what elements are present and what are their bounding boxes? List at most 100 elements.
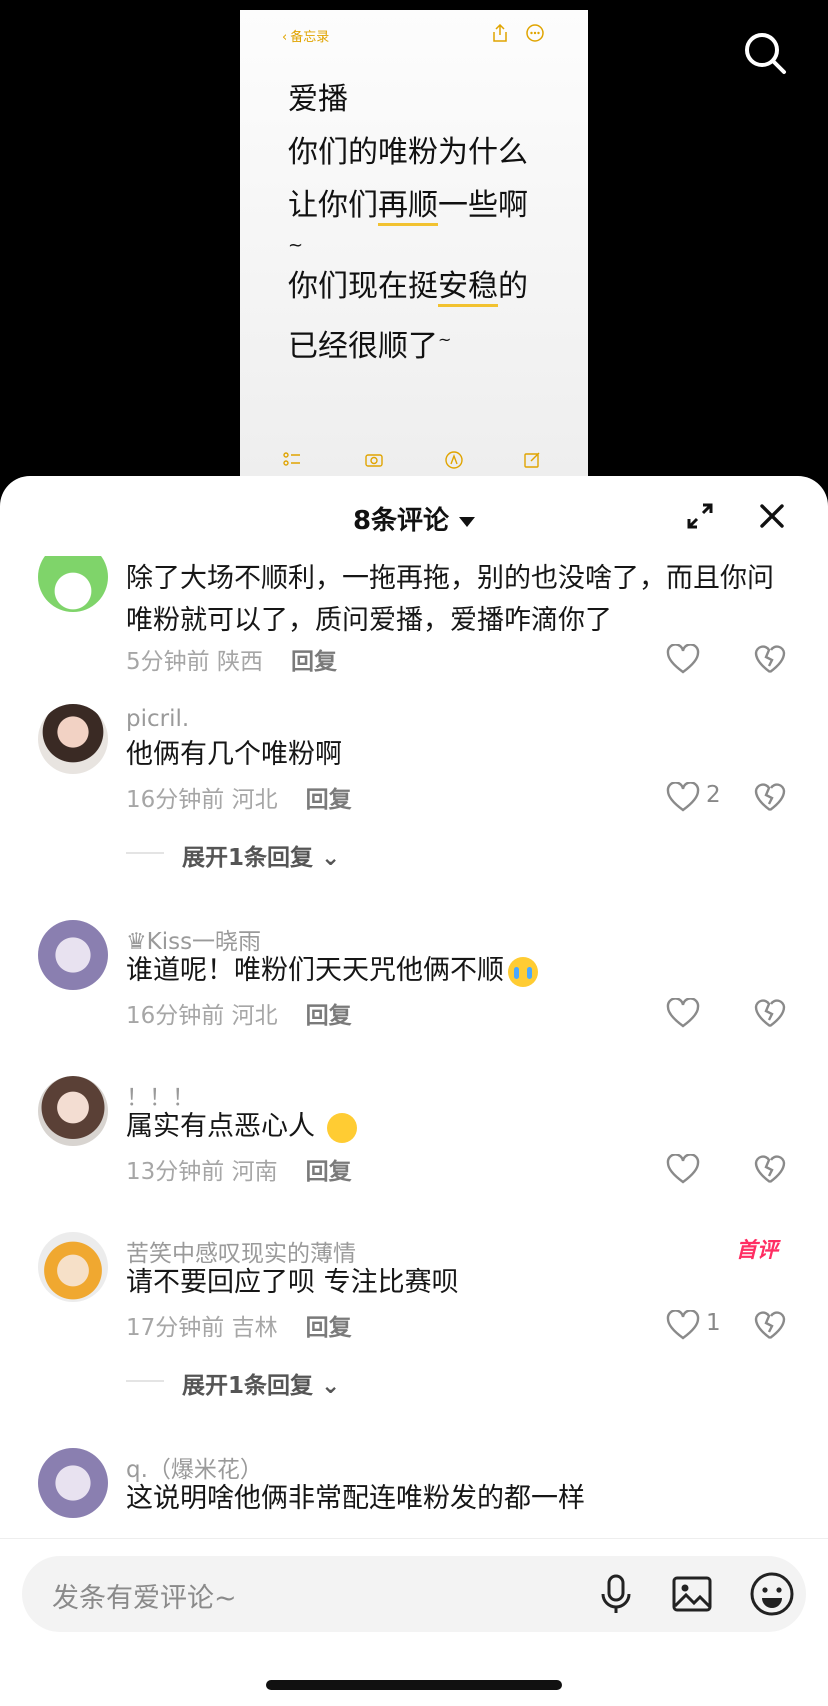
note-text: 的	[498, 269, 528, 304]
note-line: 让你们再顺一些啊	[288, 179, 588, 232]
note-underlined-text: 安稳	[438, 269, 498, 307]
comment-text: 请不要回应了呗 专注比赛呗	[126, 1267, 459, 1298]
image-icon[interactable]	[670, 1572, 714, 1616]
comment-text-wrap: 属实有点恶心人	[126, 1106, 786, 1148]
chevron-down-icon: ⌄	[321, 1373, 341, 1399]
comment-meta: 13分钟前 河南 回复	[126, 1152, 352, 1186]
emoji-icon[interactable]	[748, 1570, 796, 1618]
notes-back-link: ‹ 备忘录	[282, 26, 329, 45]
thinking-emoji-icon	[327, 1112, 357, 1143]
note-text: 你们现在挺	[288, 269, 438, 304]
comment-location: 河南	[231, 1159, 278, 1185]
note-line: 已经很顺了~	[288, 313, 588, 373]
broken-heart-icon[interactable]	[754, 782, 786, 812]
comment-meta: 17分钟前 吉林 回复	[126, 1308, 352, 1342]
avatar[interactable]	[38, 1076, 108, 1146]
broken-heart-icon[interactable]	[754, 644, 786, 674]
like-count: 2	[706, 782, 721, 808]
search-icon[interactable]	[742, 30, 788, 76]
expand-replies-text: 展开1条回复	[182, 1373, 314, 1399]
avatar[interactable]	[38, 556, 108, 612]
notes-back-label: 备忘录	[290, 30, 330, 45]
reply-button[interactable]: 回复	[291, 649, 337, 675]
heart-icon[interactable]	[666, 644, 700, 674]
video-area[interactable]: ‹ 备忘录 爱播 你们的唯粉为什么 让你们再顺一些啊 ~ 你们现在挺安稳的 已经很…	[0, 0, 828, 480]
avatar[interactable]	[38, 704, 108, 774]
chevron-down-icon: ⌄	[321, 845, 341, 871]
comment-location: 河北	[231, 1003, 278, 1029]
heart-icon[interactable]	[666, 1154, 700, 1184]
comment-text-wrap: 谁道呢！唯粉们天天咒他俩不顺	[126, 950, 786, 992]
note-body: 你们的唯粉为什么 让你们再顺一些啊 ~ 你们现在挺安稳的 已经很顺了~	[288, 126, 588, 373]
broken-heart-icon[interactable]	[754, 998, 786, 1028]
comment-meta: 5分钟前 陕西 回复	[126, 642, 337, 676]
broken-heart-icon[interactable]	[754, 1154, 786, 1184]
sheet-header: 8条评论	[0, 476, 828, 556]
note-underlined-text: 再顺	[378, 188, 438, 226]
comment-item: q.（爆米花） 这说明啥他俩非常配连唯粉发的都一样	[0, 1440, 828, 1544]
expand-replies-text: 展开1条回复	[182, 845, 314, 871]
comment-text: 属实有点恶心人	[126, 1111, 315, 1142]
chevron-down-icon	[459, 516, 476, 527]
comment-username[interactable]: picril.	[126, 706, 189, 732]
note-line: 你们的唯粉为什么	[288, 135, 528, 170]
comment-item: ♛Kiss一晓雨 谁道呢！唯粉们天天咒他俩不顺 16分钟前 河北 回复	[0, 912, 828, 1052]
comment-time: 17分钟前	[126, 1315, 225, 1341]
comment-input-placeholder: 发条有爱评论~	[52, 1583, 237, 1614]
comment-location: 吉林	[231, 1315, 278, 1341]
comment-time: 5分钟前	[126, 649, 210, 675]
comment-item: 苦笑中感叹现实的薄情 首评 请不要回应了呗 专注比赛呗 17分钟前 吉林 回复 1…	[0, 1224, 828, 1424]
comment-text: 他俩有几个唯粉啊	[126, 739, 342, 770]
heart-icon[interactable]	[666, 998, 700, 1028]
comment-time: 16分钟前	[126, 787, 225, 813]
expand-replies-label: 展开1条回复 ⌄	[182, 838, 340, 872]
comment-text: 谁道呢！唯粉们天天咒他俩不顺	[126, 955, 504, 986]
comment-input[interactable]: 发条有爱评论~	[22, 1556, 806, 1632]
notes-screenshot: ‹ 备忘录 爱播 你们的唯粉为什么 让你们再顺一些啊 ~ 你们现在挺安稳的 已经很…	[240, 10, 588, 480]
note-text: 已经很顺了	[288, 329, 438, 364]
comment-meta: 16分钟前 河北 回复	[126, 780, 352, 814]
comment-list[interactable]: 除了大场不顺利，一拖再拖，别的也没啥了，而且你问唯粉就可以了，质问爱播，爱播咋滴…	[0, 556, 828, 1544]
checklist-icon	[283, 452, 300, 466]
comment-item: 除了大场不顺利，一拖再拖，别的也没啥了，而且你问唯粉就可以了，质问爱播，爱播咋滴…	[0, 556, 828, 684]
divider	[126, 1380, 164, 1382]
comment-item: ！！！ 属实有点恶心人 13分钟前 河南 回复	[0, 1068, 828, 1208]
reply-button[interactable]: 回复	[306, 1159, 352, 1185]
heart-icon[interactable]	[666, 1310, 700, 1340]
avatar[interactable]	[38, 1232, 108, 1302]
comment-location: 陕西	[216, 649, 263, 675]
reply-button[interactable]: 回复	[306, 1003, 352, 1029]
heart-icon[interactable]	[666, 782, 700, 812]
share-icon	[493, 24, 507, 42]
reply-button[interactable]: 回复	[306, 1315, 352, 1341]
comment-text: 这说明啥他俩非常配连唯粉发的都一样	[126, 1483, 585, 1514]
avatar[interactable]	[38, 1448, 108, 1518]
expand-icon[interactable]	[686, 502, 714, 530]
reply-button[interactable]: 回复	[306, 787, 352, 813]
crying-emoji-icon	[508, 956, 538, 987]
comment-meta: 16分钟前 河北 回复	[126, 996, 352, 1030]
chevron-left-icon: ‹	[282, 30, 288, 45]
camera-icon	[365, 454, 383, 467]
expand-replies-button[interactable]: 展开1条回复 ⌄	[126, 838, 426, 871]
avatar[interactable]	[38, 920, 108, 990]
more-icon	[526, 24, 544, 42]
mic-icon[interactable]	[594, 1572, 638, 1616]
comment-text: 除了大场不顺利，一拖再拖，别的也没啥了，而且你问唯粉就可以了，质问爱播，爱播咋滴…	[126, 563, 774, 636]
comment-time: 16分钟前	[126, 1003, 225, 1029]
comment-item: picril. 他俩有几个唯粉啊 16分钟前 河北 回复 2 展开1条回复 ⌄	[0, 696, 828, 876]
comment-time: 13分钟前	[126, 1159, 225, 1185]
comment-count-label: 8条评论	[352, 506, 450, 536]
note-title: 爱播	[288, 82, 348, 117]
broken-heart-icon[interactable]	[754, 1310, 786, 1340]
comment-sheet: 8条评论 除了大场不顺利，一拖再拖，别的也没啥了，而且你问唯粉就可以了，质问爱播…	[0, 476, 828, 1706]
close-icon[interactable]	[758, 502, 786, 530]
divider	[126, 852, 164, 854]
first-comment-badge: 首评	[736, 1238, 778, 1262]
notes-toolbar	[240, 450, 588, 474]
note-tilde: ~	[438, 330, 452, 349]
expand-replies-button[interactable]: 展开1条回复 ⌄	[126, 1366, 426, 1399]
note-tilde: ~	[288, 235, 304, 256]
home-indicator	[266, 1680, 562, 1690]
compose-icon	[524, 452, 540, 468]
